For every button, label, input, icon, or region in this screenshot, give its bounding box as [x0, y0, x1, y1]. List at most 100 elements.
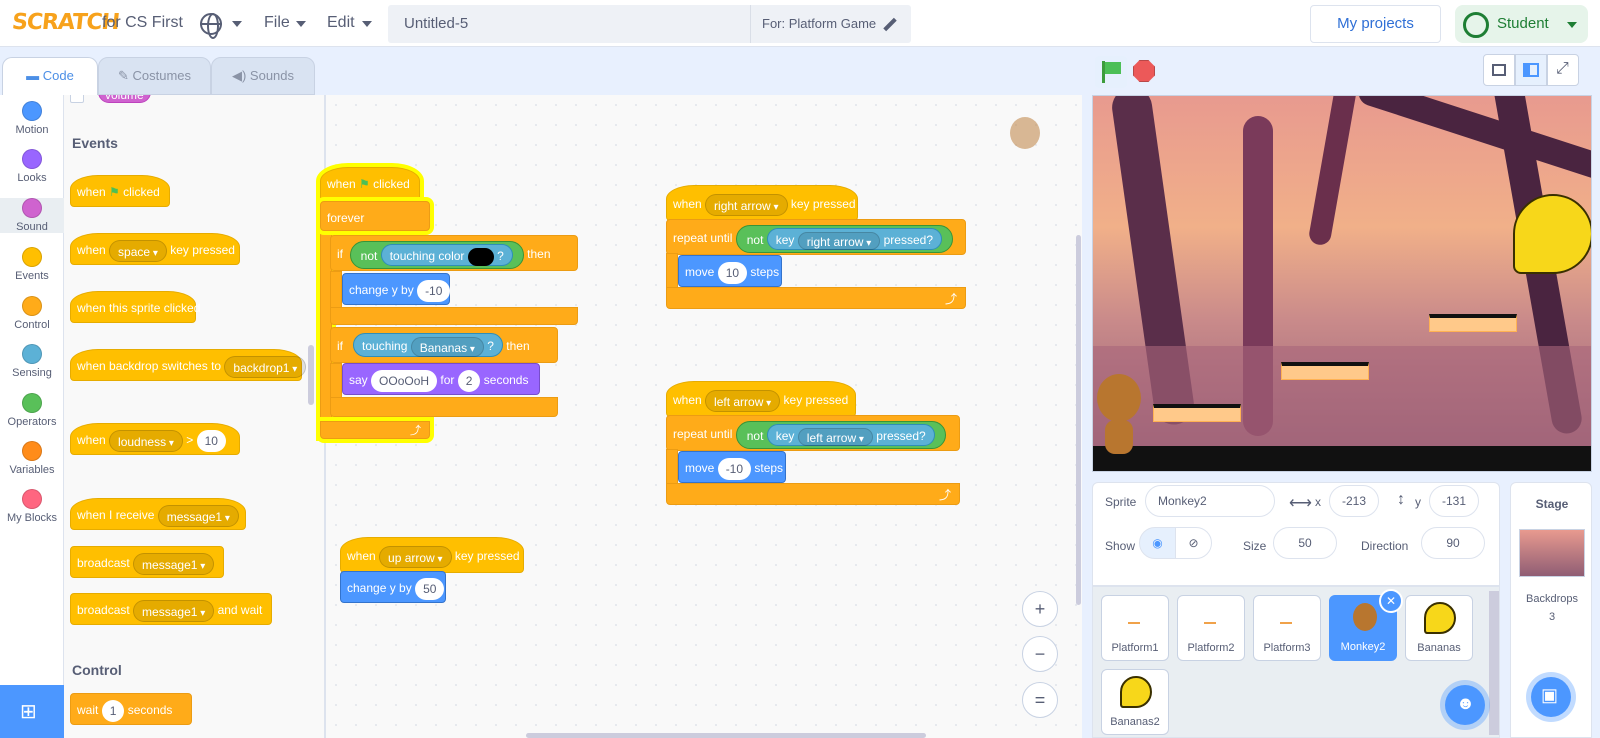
not-operator[interactable]: not key left arrow pressed?: [735, 420, 946, 449]
when-key-pressed-block[interactable]: when up arrow key pressed: [340, 537, 524, 573]
backdrop-dropdown[interactable]: backdrop1: [224, 355, 307, 378]
when-key-pressed-block[interactable]: when left arrow key pressed: [666, 381, 856, 417]
small-stage-button[interactable]: [1483, 54, 1515, 86]
when-backdrop-switches-block[interactable]: when backdrop switches to backdrop1: [70, 349, 307, 381]
when-flag-clicked-block[interactable]: when ⚑ clicked: [320, 167, 420, 203]
key-dropdown[interactable]: right arrow: [797, 231, 881, 250]
fullscreen-button[interactable]: ⤢: [1547, 54, 1579, 86]
bananas-sprite[interactable]: [1513, 194, 1591, 274]
sprite-tile-monkey2[interactable]: Monkey2 ✕: [1329, 589, 1403, 661]
sprite-dropdown[interactable]: Bananas: [410, 336, 484, 357]
color-swatch[interactable]: [467, 247, 494, 266]
key-dropdown[interactable]: right arrow: [705, 193, 788, 216]
text-input[interactable]: OOoOoH: [371, 369, 438, 392]
x-field[interactable]: -213: [1329, 485, 1379, 517]
number-input[interactable]: 10: [196, 429, 226, 452]
y-field[interactable]: -131: [1429, 485, 1479, 517]
if-block[interactable]: if touching Bananas ? then: [330, 327, 558, 363]
size-field[interactable]: 50: [1273, 527, 1337, 559]
file-menu[interactable]: File: [264, 14, 290, 32]
show-hidden-button[interactable]: ⊘: [1175, 527, 1212, 559]
number-input[interactable]: -10: [417, 279, 451, 302]
sprite-tile-platform2[interactable]: Platform2: [1177, 595, 1245, 661]
sprite-tile-bananas[interactable]: Bananas: [1405, 595, 1473, 661]
checkbox[interactable]: [70, 95, 84, 103]
stage-canvas[interactable]: [1092, 95, 1592, 472]
when-loudness-block[interactable]: when loudness > 10: [70, 423, 240, 455]
message-dropdown[interactable]: message1: [133, 599, 215, 622]
horizontal-scrollbar[interactable]: [526, 733, 926, 738]
sprite-tile-platform3[interactable]: Platform3: [1253, 595, 1321, 661]
key-pressed-sensing-block[interactable]: key left arrow pressed?: [766, 423, 935, 446]
key-dropdown[interactable]: up arrow: [379, 545, 452, 568]
delete-sprite-icon[interactable]: ✕: [1379, 589, 1403, 613]
pencil-icon[interactable]: [883, 17, 897, 32]
wait-block[interactable]: wait 1 seconds: [70, 693, 192, 725]
category-sound[interactable]: Sound: [0, 198, 64, 233]
number-input[interactable]: 2: [457, 369, 481, 392]
chevron-down-icon[interactable]: [232, 21, 242, 27]
my-projects-button[interactable]: My projects: [1310, 5, 1441, 43]
number-input[interactable]: -10: [717, 457, 752, 480]
message-dropdown[interactable]: message1: [157, 504, 239, 527]
volume-reporter[interactable]: volume: [98, 95, 151, 103]
category-control[interactable]: Control: [0, 296, 64, 331]
category-motion[interactable]: Motion: [0, 101, 64, 136]
category-sensing[interactable]: Sensing: [0, 344, 64, 379]
change-y-block[interactable]: change y by -10: [342, 273, 451, 305]
direction-field[interactable]: 90: [1421, 527, 1485, 559]
number-input[interactable]: 50: [415, 577, 445, 600]
when-i-receive-block[interactable]: when I receive message1: [70, 498, 246, 530]
when-sprite-clicked-block[interactable]: when this sprite clicked: [70, 291, 200, 323]
category-events[interactable]: Events: [0, 247, 64, 282]
category-variables[interactable]: Variables: [0, 441, 64, 476]
zoom-out-button[interactable]: −: [1022, 636, 1058, 672]
tab-costumes[interactable]: ✎ Costumes: [98, 57, 211, 95]
change-y-block[interactable]: change y by 50: [340, 571, 446, 603]
number-input[interactable]: 1: [101, 699, 125, 722]
project-title[interactable]: Untitled-5: [404, 15, 468, 32]
zoom-in-button[interactable]: +: [1022, 591, 1058, 627]
number-input[interactable]: 10: [717, 261, 748, 284]
green-flag-button[interactable]: [1095, 56, 1127, 88]
sprite-tile-bananas2[interactable]: Bananas2: [1101, 669, 1169, 735]
project-title-field[interactable]: Untitled-5 For: Platform Game: [388, 5, 911, 43]
choose-sprite-button[interactable]: ☻: [1445, 685, 1485, 725]
script-area[interactable]: when ⚑ clicked forever if not touching c…: [320, 95, 1082, 738]
when-key-pressed-block[interactable]: when right arrow key pressed: [666, 185, 858, 221]
normal-stage-button[interactable]: [1515, 54, 1547, 86]
sprite-list-scrollbar[interactable]: [1489, 591, 1499, 735]
platform1-sprite[interactable]: [1153, 404, 1241, 422]
palette-scrollbar[interactable]: [308, 345, 314, 405]
platform2-sprite[interactable]: [1281, 362, 1369, 380]
monkey2-sprite[interactable]: [1097, 374, 1141, 422]
sprite-name-field[interactable]: Monkey2: [1145, 485, 1275, 517]
key-dropdown[interactable]: left arrow: [705, 389, 781, 412]
choose-backdrop-button[interactable]: ▣: [1531, 677, 1571, 717]
tab-code[interactable]: ▬ Code: [2, 57, 98, 95]
sensor-dropdown[interactable]: loudness: [109, 429, 183, 452]
broadcast-block[interactable]: broadcast message1: [70, 546, 224, 578]
repeat-until-block[interactable]: repeat until not key left arrow pressed?: [666, 415, 960, 451]
category-my-blocks[interactable]: My Blocks: [0, 489, 64, 524]
forever-block[interactable]: forever: [320, 201, 430, 231]
touching-block[interactable]: touching Bananas ?: [353, 333, 503, 357]
message-dropdown[interactable]: message1: [133, 552, 215, 575]
edit-menu[interactable]: Edit: [327, 14, 355, 32]
say-for-seconds-block[interactable]: say OOoOoH for 2 seconds: [342, 363, 540, 395]
when-key-pressed-block[interactable]: when space key pressed: [70, 233, 240, 265]
key-pressed-sensing-block[interactable]: key right arrow pressed?: [766, 227, 942, 250]
show-visible-button[interactable]: ◉: [1139, 527, 1176, 559]
globe-icon[interactable]: [200, 13, 222, 39]
repeat-until-block[interactable]: repeat until not key right arrow pressed…: [666, 219, 966, 255]
stop-button[interactable]: [1133, 60, 1155, 82]
not-operator[interactable]: not touching color ?: [349, 240, 524, 269]
category-looks[interactable]: Looks: [0, 149, 64, 184]
key-dropdown[interactable]: left arrow: [797, 427, 873, 446]
move-steps-block[interactable]: move -10 steps: [678, 451, 786, 483]
category-operators[interactable]: Operators: [0, 393, 64, 428]
broadcast-and-wait-block[interactable]: broadcast message1 and wait: [70, 593, 272, 625]
touching-color-block[interactable]: touching color ?: [380, 243, 513, 266]
tab-sounds[interactable]: ◀) Sounds: [211, 57, 315, 95]
if-block[interactable]: if not touching color ? then: [330, 235, 578, 271]
